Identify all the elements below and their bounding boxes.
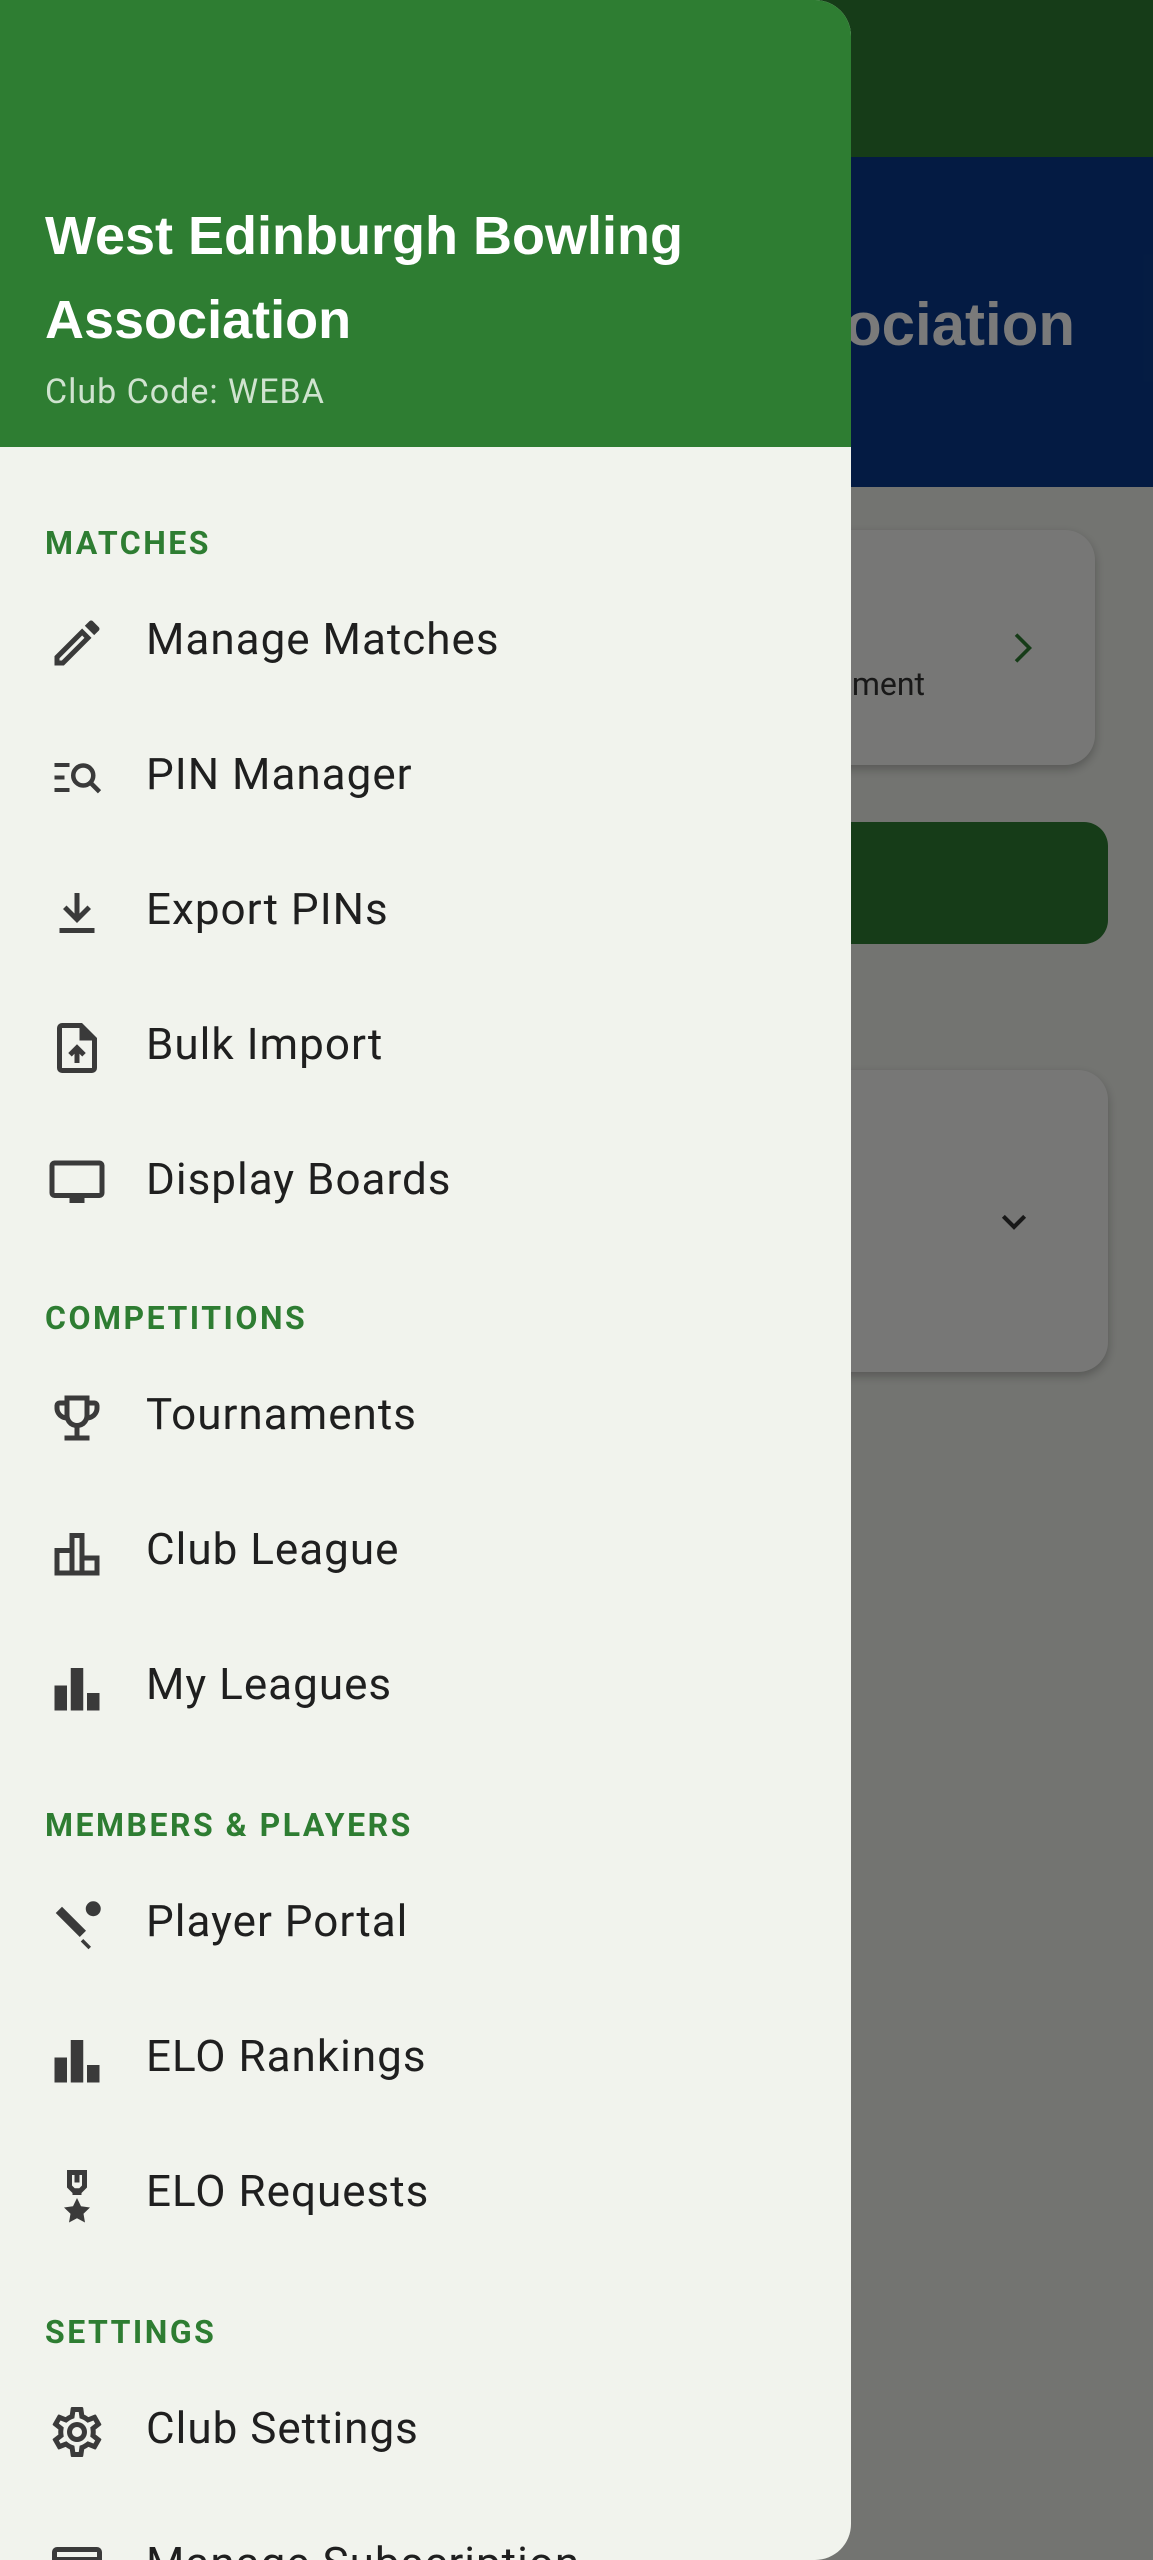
- medal-icon: [44, 2166, 110, 2224]
- nav-item-tournaments[interactable]: Tournaments: [0, 1350, 851, 1484]
- nav-label-display-boards: Display Boards: [146, 1153, 452, 1205]
- file-upload-icon: [44, 1019, 110, 1077]
- nav-item-manage-subscription[interactable]: Manage Subscription: [0, 2499, 851, 2560]
- nav-label-elo-rankings: ELO Rankings: [146, 2030, 427, 2082]
- navigation-drawer: West Edinburgh Bowling Association Club …: [0, 0, 851, 2560]
- drawer-header: West Edinburgh Bowling Association Club …: [0, 0, 851, 447]
- nav-item-player-portal[interactable]: Player Portal: [0, 1857, 851, 1991]
- nav-label-tournaments: Tournaments: [146, 1388, 417, 1440]
- nav-label-manage-matches: Manage Matches: [146, 613, 500, 665]
- nav-item-elo-rankings[interactable]: ELO Rankings: [0, 1992, 851, 2126]
- nav-item-club-league[interactable]: Club League: [0, 1485, 851, 1619]
- nav-item-my-leagues[interactable]: My Leagues: [0, 1620, 851, 1754]
- pencil-icon: [44, 614, 110, 672]
- card-icon: [44, 2538, 110, 2560]
- nav-label-club-settings: Club Settings: [146, 2402, 419, 2454]
- section-label-members-players: MEMBERS & PLAYERS: [45, 1806, 413, 1844]
- nav-label-bulk-import: Bulk Import: [146, 1018, 384, 1070]
- podium-icon: [44, 1524, 110, 1582]
- bar-chart-icon: [44, 2031, 110, 2089]
- nav-item-display-boards[interactable]: Display Boards: [0, 1115, 851, 1249]
- section-label-matches: MATCHES: [45, 524, 212, 562]
- nav-label-export-pins: Export PINs: [146, 883, 389, 935]
- list-search-icon: [44, 749, 110, 807]
- section-label-competitions: COMPETITIONS: [45, 1299, 308, 1337]
- download-icon: [44, 884, 110, 942]
- nav-item-bulk-import[interactable]: Bulk Import: [0, 980, 851, 1114]
- nav-item-manage-matches[interactable]: Manage Matches: [0, 575, 851, 709]
- nav-item-club-settings[interactable]: Club Settings: [0, 2364, 851, 2498]
- nav-label-club-league: Club League: [146, 1523, 400, 1575]
- trophy-icon: [44, 1389, 110, 1447]
- monitor-icon: [44, 1154, 110, 1212]
- nav-item-pin-manager[interactable]: PIN Manager: [0, 710, 851, 844]
- nav-label-manage-subscription: Manage Subscription: [146, 2537, 580, 2560]
- nav-label-player-portal: Player Portal: [146, 1895, 409, 1947]
- section-label-settings: SETTINGS: [45, 2313, 217, 2351]
- bowling-icon: [44, 1896, 110, 1954]
- nav-label-my-leagues: My Leagues: [146, 1658, 393, 1710]
- nav-label-pin-manager: PIN Manager: [146, 748, 413, 800]
- club-name: West Edinburgh Bowling Association: [45, 206, 683, 350]
- gear-icon: [44, 2403, 110, 2461]
- nav-item-elo-requests[interactable]: ELO Requests: [0, 2127, 851, 2261]
- club-code: Club Code: WEBA: [45, 372, 325, 412]
- bar-chart-icon: [44, 1659, 110, 1717]
- nav-item-export-pins[interactable]: Export PINs: [0, 845, 851, 979]
- nav-label-elo-requests: ELO Requests: [146, 2165, 430, 2217]
